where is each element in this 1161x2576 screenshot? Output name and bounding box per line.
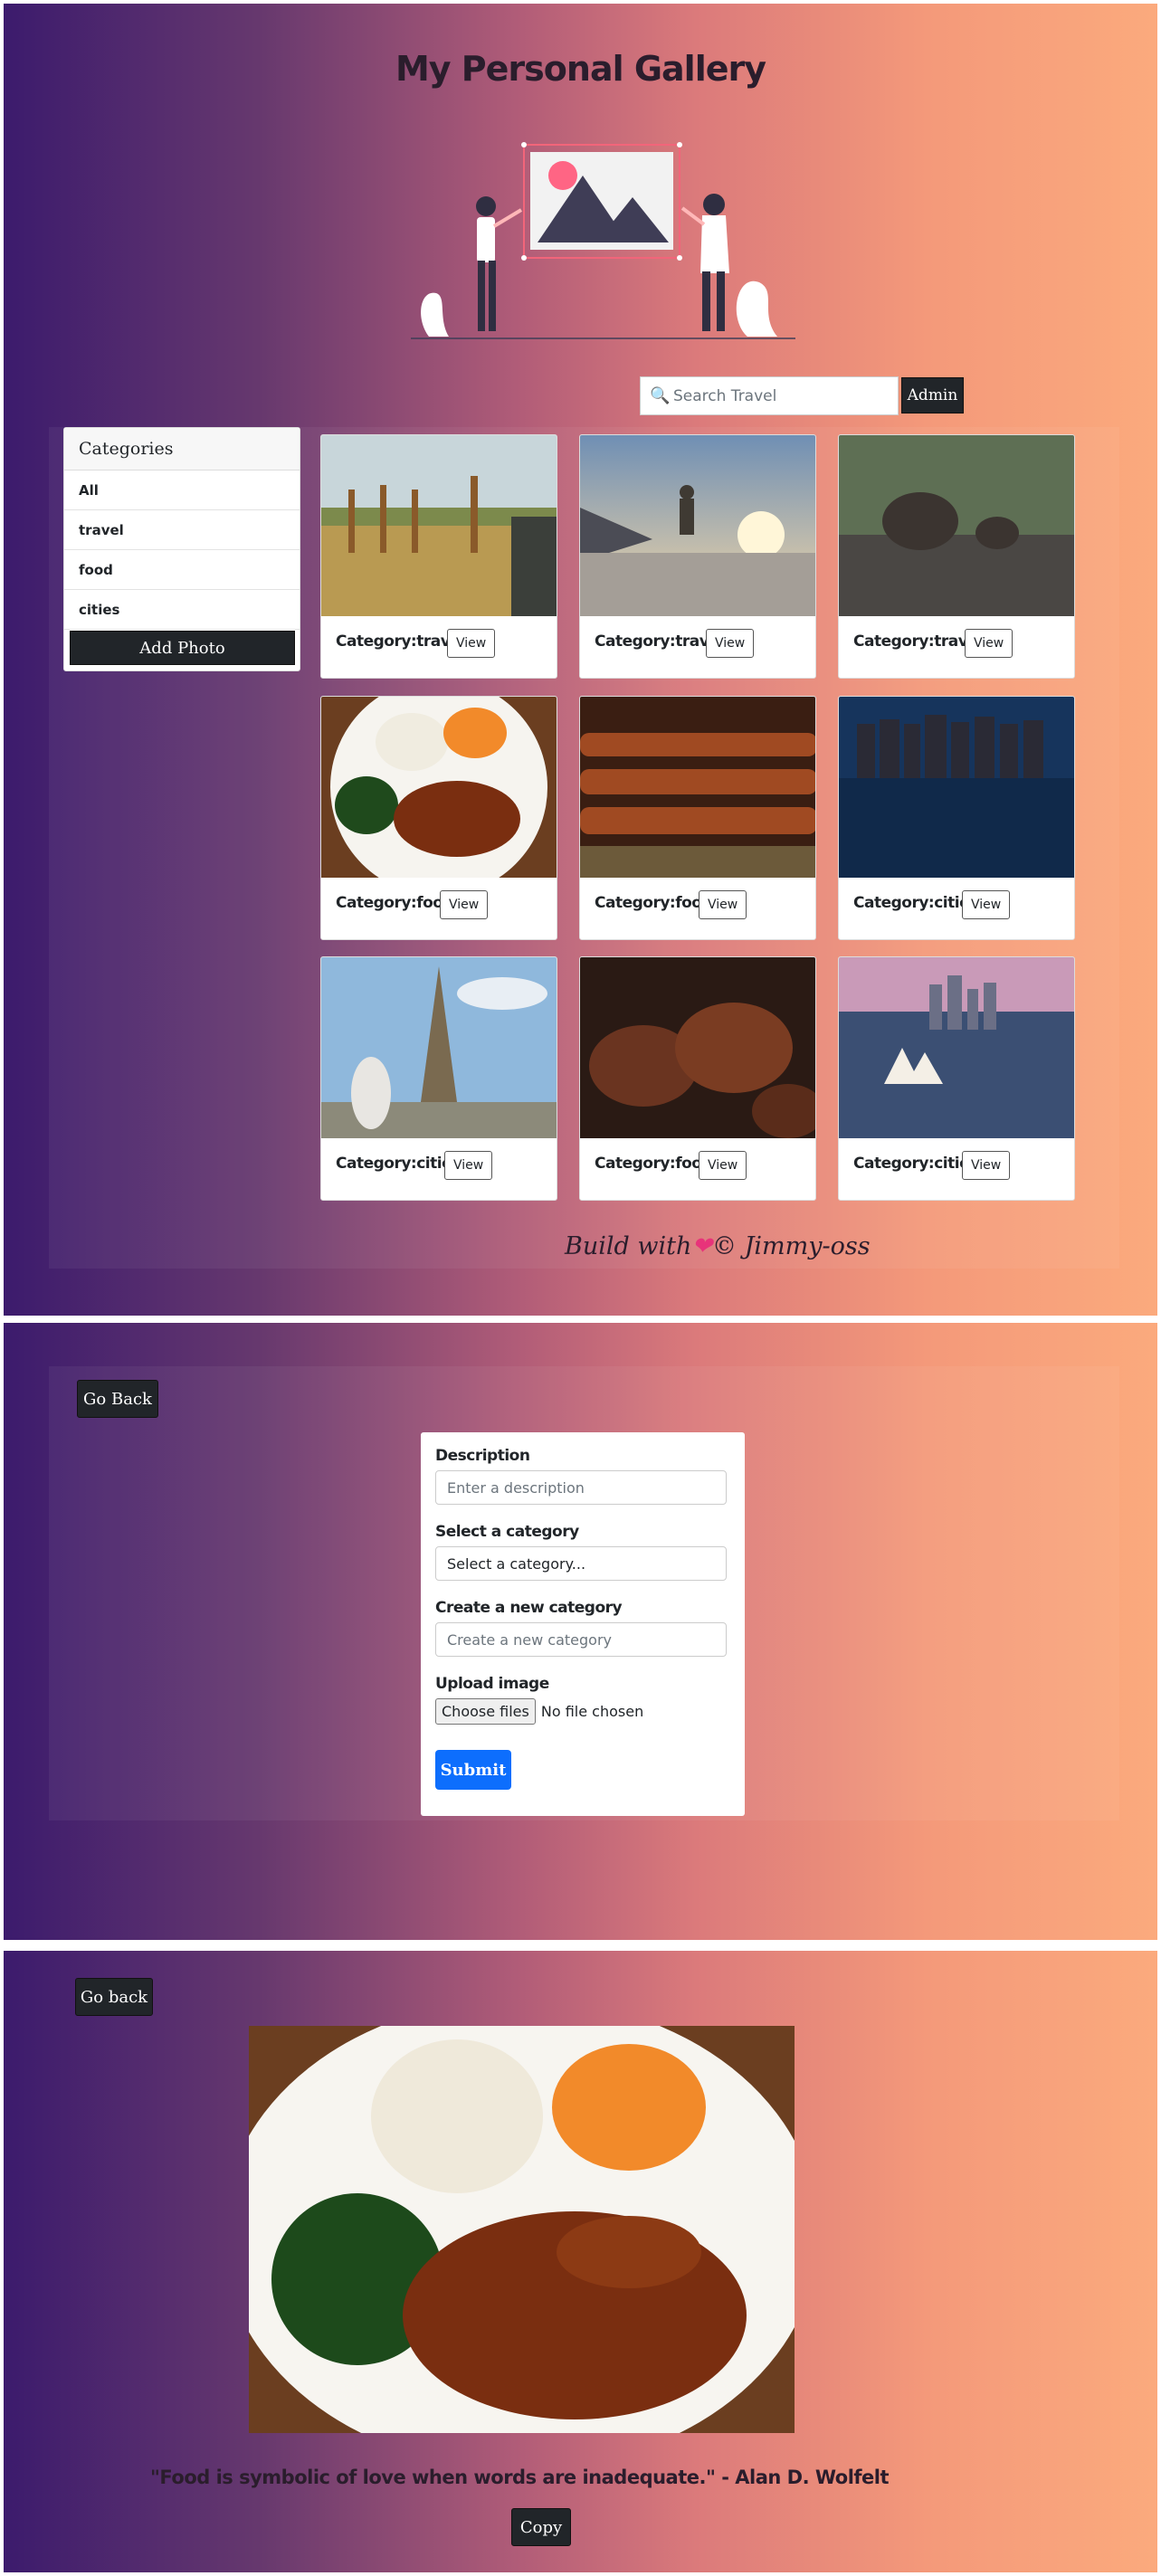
card-category: Category:cities xyxy=(853,1155,978,1173)
elephants-photo[interactable] xyxy=(839,435,1075,616)
page-title: My Personal Gallery xyxy=(395,49,766,89)
upload-page: Go Back Description Enter a description … xyxy=(0,1319,1161,1944)
footer-prefix: Build with xyxy=(565,1232,692,1260)
sydney-opera-house-photo[interactable] xyxy=(839,957,1075,1138)
amsterdam-canal-photo[interactable] xyxy=(839,697,1075,878)
photo-card: Category:travel View xyxy=(320,434,557,679)
card-category: Category:cities xyxy=(853,894,978,912)
view-button[interactable]: View xyxy=(447,629,496,658)
add-photo-button[interactable]: Add Photo xyxy=(70,631,295,665)
choose-files-button[interactable]: Choose files xyxy=(435,1698,536,1725)
card-category: Category:food xyxy=(595,894,713,912)
file-status: No file chosen xyxy=(540,1703,644,1720)
card-category: Category:travel xyxy=(595,632,724,651)
view-button[interactable]: View xyxy=(965,629,1013,658)
card-category: Category:cities xyxy=(336,1155,461,1173)
card-category: Category:food xyxy=(336,894,454,912)
giraffes-photo[interactable] xyxy=(321,435,557,616)
search-bar[interactable]: 🔍 Search Travel xyxy=(640,376,899,415)
category-item-food[interactable]: food xyxy=(64,550,300,590)
food-plate-large-photo xyxy=(249,2026,795,2433)
copy-button[interactable]: Copy xyxy=(511,2508,571,2546)
photo-card: Category:cities View xyxy=(838,956,1075,1201)
card-category: Category:travel xyxy=(853,632,983,651)
search-icon: 🔍 xyxy=(650,386,671,405)
card-category: Category:food xyxy=(595,1155,713,1173)
photo-card: Category:food View xyxy=(579,956,816,1201)
card-category: Category:travel xyxy=(336,632,465,651)
grilled-skewers-photo[interactable] xyxy=(580,697,816,878)
view-button[interactable]: View xyxy=(444,1151,493,1180)
file-input: Choose files No file chosen xyxy=(435,1698,730,1725)
category-label: Select a category xyxy=(435,1523,579,1541)
category-item-travel[interactable]: travel xyxy=(64,510,300,550)
photo-card: Category:travel View xyxy=(579,434,816,679)
food-plate-photo[interactable] xyxy=(321,697,557,878)
beach-sunrise-photo[interactable] xyxy=(580,435,816,616)
view-button[interactable]: View xyxy=(440,890,489,919)
view-button[interactable]: View xyxy=(962,890,1011,919)
description-input[interactable]: Enter a description xyxy=(435,1470,727,1505)
go-back-button[interactable]: Go Back xyxy=(77,1380,158,1418)
new-category-input[interactable]: Create a new category xyxy=(435,1622,727,1657)
view-button[interactable]: View xyxy=(699,890,747,919)
category-item-cities[interactable]: cities xyxy=(64,590,300,630)
footer-credit: Build with❤© Jimmy-oss xyxy=(565,1232,871,1260)
gallery-illustration xyxy=(411,142,795,339)
footer-suffix: © Jimmy-oss xyxy=(711,1232,871,1260)
photo-card: Category:food View xyxy=(579,696,816,940)
photo-quote: "Food is symbolic of love when words are… xyxy=(149,2467,890,2488)
categories-header: Categories xyxy=(64,428,300,471)
photo-card: Category:food View xyxy=(320,696,557,940)
view-button[interactable]: View xyxy=(706,629,755,658)
description-label: Description xyxy=(435,1447,530,1465)
photo-card: Category:cities View xyxy=(320,956,557,1201)
upload-form: Description Enter a description Select a… xyxy=(421,1432,745,1816)
admin-button[interactable]: Admin xyxy=(901,377,964,413)
gallery-page: My Personal Gallery 🔍 Search Travel Admi… xyxy=(0,0,1161,1319)
new-category-label: Create a new category xyxy=(435,1599,623,1617)
submit-button[interactable]: Submit xyxy=(435,1750,511,1790)
eiffel-tower-photo[interactable] xyxy=(321,957,557,1138)
categories-sidebar: Categories All travel food cities Add Ph… xyxy=(63,427,300,671)
photo-card: Category:travel View xyxy=(838,434,1075,679)
heart-icon: ❤ xyxy=(691,1232,712,1260)
go-back-button[interactable]: Go back xyxy=(75,1978,153,2016)
view-button[interactable]: View xyxy=(699,1151,747,1180)
search-input[interactable]: Search Travel xyxy=(673,387,776,405)
view-button[interactable]: View xyxy=(962,1151,1011,1180)
photo-detail-page: Go back "Food is symbolic of love when w… xyxy=(0,1947,1161,2576)
category-item-all[interactable]: All xyxy=(64,471,300,510)
grilled-meat-photo[interactable] xyxy=(580,957,816,1138)
upload-image-label: Upload image xyxy=(435,1675,549,1693)
category-select[interactable]: Select a category... xyxy=(435,1546,727,1581)
photo-card: Category:cities View xyxy=(838,696,1075,940)
